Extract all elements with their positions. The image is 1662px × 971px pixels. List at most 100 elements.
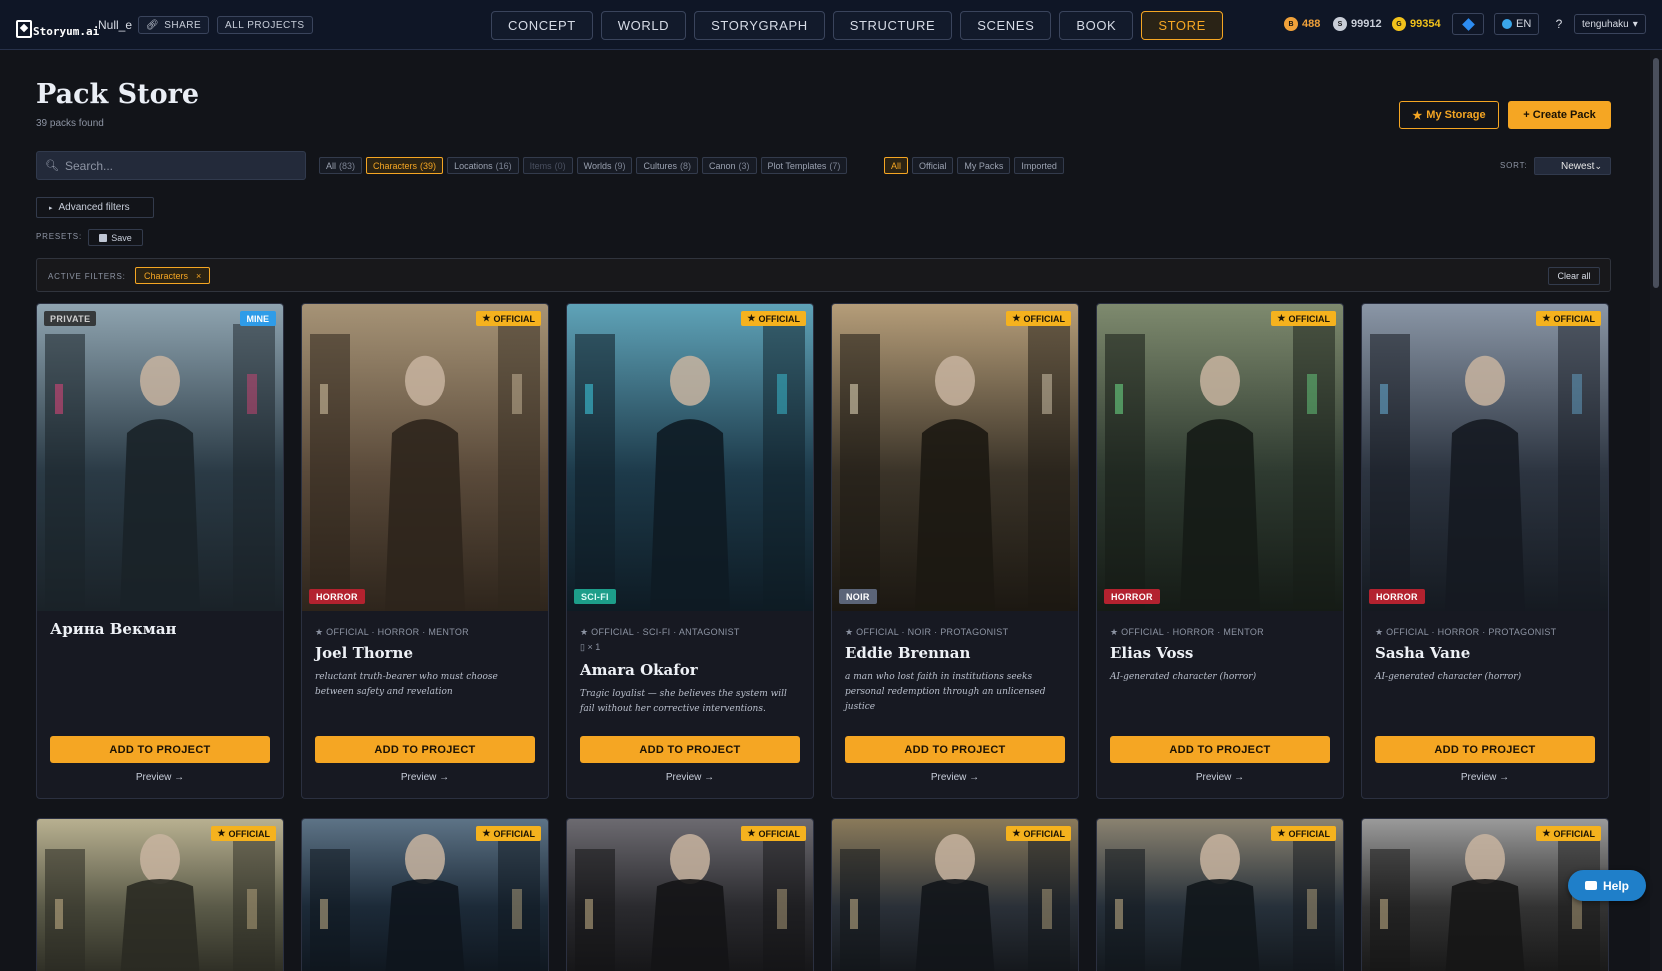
clear-all-button[interactable]: Clear all <box>1548 267 1600 285</box>
page-scrollbar[interactable] <box>1650 50 1662 971</box>
search-input[interactable] <box>64 158 295 173</box>
owner-chip-my-packs[interactable]: My Packs <box>957 157 1011 174</box>
currency-silver: S 99912 <box>1333 17 1382 31</box>
preview-link[interactable]: Preview → <box>37 772 283 783</box>
tab-structure[interactable]: STRUCTURE <box>832 11 953 40</box>
save-preset-button[interactable]: Save <box>88 229 143 246</box>
pack-card[interactable]: ★ OFFICIAL <box>1096 818 1344 971</box>
gem-button[interactable] <box>1452 13 1484 35</box>
star-icon: ★ <box>747 313 756 323</box>
pack-card[interactable]: ★ OFFICIAL <box>566 818 814 971</box>
preview-link[interactable]: Preview → <box>302 772 548 783</box>
character-portrait[interactable] <box>1097 304 1343 611</box>
star-icon: ★ <box>1277 828 1286 838</box>
help-button[interactable]: Help <box>1568 870 1646 901</box>
logo-text: Storyum.ai <box>33 25 100 38</box>
pack-card[interactable]: PRIVATE MINE Арина Векман ADD TO PROJECT Pre… <box>36 303 284 799</box>
pack-card[interactable]: ★ OFFICIAL HORROR ★ OFFICIAL · HORROR · MEN… <box>301 303 549 799</box>
character-portrait[interactable] <box>567 819 813 971</box>
card-usage: ▯ × 1 <box>580 642 601 652</box>
card-body: ★ OFFICIAL · HORROR · MENTOR Joel Thorne r… <box>315 627 535 700</box>
tab-book[interactable]: BOOK <box>1059 11 1134 40</box>
character-description: Tragic loyalist — she believes the syste… <box>580 689 787 714</box>
tab-scenes[interactable]: SCENES <box>960 11 1052 40</box>
pack-card[interactable]: ★ OFFICIAL <box>301 818 549 971</box>
owner-chip-official[interactable]: Official <box>912 157 954 174</box>
character-portrait[interactable] <box>302 819 548 971</box>
pack-card[interactable]: ★ OFFICIAL SCI-FI ★ OFFICIAL · SCI-FI · ANT… <box>566 303 814 799</box>
all-projects-button[interactable]: ALL PROJECTS <box>217 16 313 34</box>
star-icon: ★ <box>1012 313 1021 323</box>
add-to-project-button[interactable]: ADD TO PROJECT <box>315 736 535 763</box>
pack-card[interactable]: ★ OFFICIAL <box>831 818 1079 971</box>
star-icon: ★ <box>1277 313 1286 323</box>
star-icon: ★ <box>747 828 756 838</box>
pack-card[interactable]: ★ OFFICIAL NOIR ★ OFFICIAL · NOIR · PROTAGO… <box>831 303 1079 799</box>
search-icon: 🔍︎ <box>45 160 59 172</box>
my-storage-button[interactable]: ★ My Storage <box>1399 101 1499 129</box>
category-filters: All (83) Characters (39) Locations (16) Items(… <box>319 157 848 174</box>
star-icon: ★ <box>1012 828 1021 838</box>
category-chip-canon[interactable]: Canon (3) <box>701 157 757 174</box>
account-menu[interactable]: tenguhaku ▾ <box>1574 14 1646 34</box>
card-body: ★ OFFICIAL · HORROR · MENTOR Elias Voss AI… <box>1110 627 1330 685</box>
character-portrait[interactable] <box>1362 304 1608 611</box>
mine-badge: MINE <box>239 311 276 326</box>
add-to-project-button[interactable]: ADD TO PROJECT <box>580 736 800 763</box>
share-button[interactable]: 🔗︎ SHARE <box>138 16 210 34</box>
private-badge: PRIVATE <box>44 311 97 326</box>
character-portrait[interactable] <box>832 819 1078 971</box>
tab-world[interactable]: WORLD <box>600 11 687 40</box>
add-to-project-button[interactable]: ADD TO PROJECT <box>845 736 1065 763</box>
owner-chip-imported[interactable]: Imported <box>1014 157 1064 174</box>
official-badge: ★ OFFICIAL <box>741 826 806 841</box>
tab-concept[interactable]: CONCEPT <box>491 11 593 40</box>
category-chip-characters[interactable]: Characters (39) <box>366 157 444 174</box>
language-selector[interactable]: EN <box>1494 13 1540 35</box>
preview-link[interactable]: Preview → <box>567 772 813 783</box>
star-icon: ★ <box>217 828 226 838</box>
owner-chip-all[interactable]: All <box>884 157 909 174</box>
category-chip-worlds[interactable]: Worlds (9) <box>576 157 633 174</box>
advanced-filters-toggle[interactable]: ▸ Advanced filters <box>36 197 154 218</box>
tab-store[interactable]: STORE <box>1141 11 1223 40</box>
character-name: Арина Векман <box>50 620 177 638</box>
add-to-project-button[interactable]: ADD TO PROJECT <box>1110 736 1330 763</box>
pack-card[interactable]: ★ OFFICIAL HORROR ★ OFFICIAL · HORROR · PRO… <box>1361 303 1609 799</box>
character-portrait[interactable] <box>37 819 283 971</box>
logo[interactable]: Storyum.ai <box>16 12 99 38</box>
character-portrait[interactable] <box>302 304 548 611</box>
result-count: 39 packs found <box>36 118 104 129</box>
category-chip-plot-templates[interactable]: Plot Templates (7) <box>760 157 848 174</box>
create-pack-button[interactable]: + Create Pack <box>1508 101 1611 129</box>
official-badge: ★ OFFICIAL <box>1536 311 1601 326</box>
official-badge: ★ OFFICIAL <box>1271 826 1336 841</box>
category-chip-all[interactable]: All (83) <box>319 157 363 174</box>
card-body: Арина Векман <box>50 620 270 646</box>
help-question-button[interactable]: ? <box>1550 14 1568 34</box>
character-name: Joel Thorne <box>315 644 413 662</box>
preview-link[interactable]: Preview → <box>1362 772 1608 783</box>
character-portrait[interactable] <box>567 304 813 611</box>
star-icon: ★ <box>1412 109 1423 122</box>
add-to-project-button[interactable]: ADD TO PROJECT <box>50 736 270 763</box>
character-description: AI-generated character (horror) <box>1375 672 1522 682</box>
scrollbar-thumb[interactable] <box>1653 58 1659 288</box>
character-name: Eddie Brennan <box>845 644 971 662</box>
pack-card[interactable]: ★ OFFICIAL HORROR ★ OFFICIAL · HORROR · MEN… <box>1096 303 1344 799</box>
sort-select[interactable]: Newest ⌄ <box>1534 157 1611 175</box>
preview-link[interactable]: Preview → <box>1097 772 1343 783</box>
pack-card[interactable]: ★ OFFICIAL <box>36 818 284 971</box>
category-chip-cultures[interactable]: Cultures (8) <box>636 157 698 174</box>
caret-right-icon: ▸ <box>49 204 53 212</box>
character-portrait[interactable] <box>832 304 1078 611</box>
preview-link[interactable]: Preview → <box>832 772 1078 783</box>
genre-badge: NOIR <box>839 589 877 604</box>
character-name: Sasha Vane <box>1375 644 1471 662</box>
character-portrait[interactable] <box>1097 819 1343 971</box>
tab-storygraph[interactable]: STORYGRAPH <box>694 11 825 40</box>
category-chip-locations[interactable]: Locations (16) <box>447 157 519 174</box>
remove-filter-icon[interactable]: × <box>196 271 201 281</box>
add-to-project-button[interactable]: ADD TO PROJECT <box>1375 736 1595 763</box>
character-portrait[interactable] <box>37 304 283 611</box>
